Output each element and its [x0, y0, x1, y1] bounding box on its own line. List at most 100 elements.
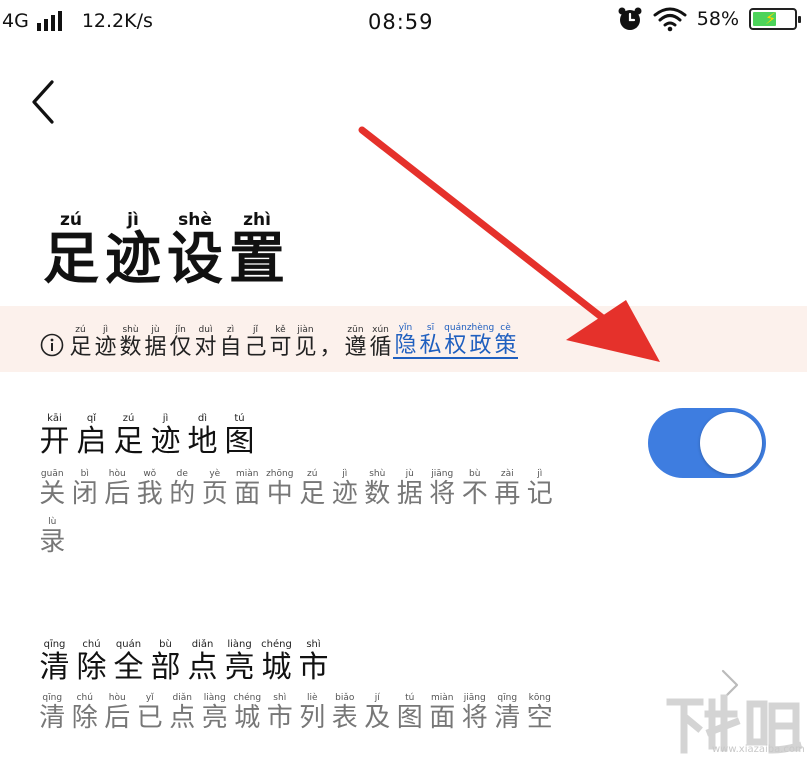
ruby-char: yǐn 隐: [393, 324, 418, 357]
pinyin: bù: [159, 639, 172, 650]
hanzi: 迹: [105, 227, 161, 292]
pinyin: zài: [500, 469, 514, 479]
ruby-char: qīng 清: [36, 694, 69, 732]
status-time: 08:59: [368, 10, 434, 34]
pinyin: quán: [115, 639, 142, 650]
pinyin: yè: [209, 469, 221, 479]
hanzi: 及: [364, 703, 391, 733]
ruby-char: duì 对: [193, 326, 218, 359]
ruby-char: liè 列: [296, 693, 329, 732]
hanzi: 的: [169, 479, 196, 509]
setting-title-clear-cities[interactable]: qīng 清 chú 除 quán 全 bù 部 diǎn 点 liàng 亮 chéng 城 shì 市: [36, 640, 332, 683]
hanzi: 全: [113, 650, 144, 685]
hanzi: 部: [150, 650, 181, 685]
ruby-char: kōng 空: [524, 694, 557, 733]
hanzi: 我: [136, 479, 163, 509]
pinyin: jiāng: [431, 469, 454, 479]
hanzi: 设: [167, 227, 223, 292]
hanzi: 将: [461, 703, 488, 733]
hanzi: 城: [261, 650, 292, 685]
page-title: zú 足 jì 迹 shè 设 zhì 置: [40, 212, 288, 288]
pinyin: dì: [197, 413, 208, 424]
network-speed: 12.2K/s: [81, 10, 153, 32]
hanzi: 录: [39, 527, 66, 557]
setting-title-footprint-map: kāi 开 qǐ 启 zú 足 jì 迹 dì 地 tú 图: [36, 414, 258, 457]
hanzi: 自: [219, 335, 242, 360]
hanzi: 对: [194, 335, 217, 360]
pinyin: bì: [80, 469, 89, 479]
ruby-char: jù 据: [394, 469, 427, 508]
hanzi: 权: [444, 333, 467, 358]
pinyin: cè: [500, 323, 511, 333]
pinyin: wǒ: [143, 469, 157, 479]
ruby-char: ，: [318, 326, 343, 359]
ruby-char: zhèng 政: [466, 323, 495, 357]
privacy-policy-link[interactable]: yǐn 隐 sī 私 quán 权 zhèng 政 cè 策: [393, 324, 518, 359]
hanzi: 将: [429, 479, 456, 509]
ruby-char: zì 自: [218, 326, 243, 359]
ruby-char: zài 再: [491, 469, 524, 508]
hanzi: 除: [71, 703, 98, 733]
pinyin: de: [176, 469, 188, 479]
pinyin: jì: [537, 469, 543, 479]
hanzi: 图: [224, 424, 255, 459]
hanzi: 足: [43, 227, 99, 292]
pinyin: [329, 326, 332, 335]
pinyin: jù: [151, 325, 160, 335]
annotation-arrow-shaft: [358, 126, 622, 334]
watermark-url: www.xiazaiba.com: [712, 744, 805, 755]
ruby-char: zú 足: [40, 212, 102, 288]
pinyin: zhèng: [466, 323, 495, 333]
hanzi: 后: [104, 479, 131, 509]
battery-icon: ⚡: [749, 8, 801, 30]
ruby-char: chéng 城: [258, 640, 295, 683]
pinyin: jì: [342, 469, 348, 479]
ruby-char: quán 全: [110, 640, 147, 683]
status-bar-right: 58% ⚡: [617, 6, 801, 32]
ruby-char: jì 迹: [147, 414, 184, 457]
pinyin: bù: [469, 469, 481, 479]
pinyin: guān: [40, 469, 64, 479]
ruby-char: dì 地: [184, 414, 221, 457]
network-type: 4G: [2, 10, 29, 32]
back-button[interactable]: [22, 76, 70, 128]
pinyin: jì: [162, 413, 169, 424]
ruby-char: zú 足: [296, 470, 329, 508]
hanzi: 点: [187, 650, 218, 685]
hanzi: 数: [364, 479, 391, 509]
ruby-char: miàn 面: [231, 470, 264, 508]
hanzi: 空: [526, 703, 553, 733]
info-icon: [40, 333, 64, 357]
status-bar-left: 4G 12.2K/s: [2, 10, 153, 32]
ruby-char: jù 据: [143, 326, 168, 359]
pinyin: hòu: [108, 469, 126, 479]
ruby-char: jì 记: [524, 469, 557, 508]
ruby-char: bì 闭: [69, 469, 102, 509]
hanzi: 闭: [71, 479, 98, 509]
ruby-char: jiāng 将: [426, 469, 459, 509]
hanzi: 据: [144, 335, 167, 360]
ruby-char: zūn 遵: [343, 326, 368, 359]
hanzi: 开: [39, 424, 70, 459]
hanzi: 亮: [201, 703, 228, 733]
pinyin: jiàn: [297, 325, 314, 335]
pinyin: qīng: [497, 693, 518, 703]
battery-percent: 58%: [696, 8, 739, 30]
hanzi: 隐: [394, 333, 417, 358]
pinyin: kāi: [47, 413, 62, 424]
pinyin: liè: [306, 693, 318, 703]
ruby-char: jí 及: [361, 694, 394, 733]
hanzi: 市: [298, 650, 329, 685]
hanzi: 地: [187, 424, 218, 459]
ruby-char: hòu 后: [101, 469, 134, 509]
footprint-map-toggle[interactable]: [648, 408, 766, 478]
ruby-char: shè 设: [164, 212, 226, 288]
hanzi: 后: [104, 703, 131, 733]
pinyin: liàng: [227, 639, 252, 650]
setting-desc-footprint-map-line2: lù 录: [36, 518, 69, 557]
ruby-char: hòu 后: [101, 694, 134, 733]
hanzi: 迹: [331, 479, 358, 509]
pinyin: zì: [226, 325, 235, 335]
ruby-char: quán 权: [443, 324, 468, 357]
pinyin: jù: [405, 469, 414, 479]
